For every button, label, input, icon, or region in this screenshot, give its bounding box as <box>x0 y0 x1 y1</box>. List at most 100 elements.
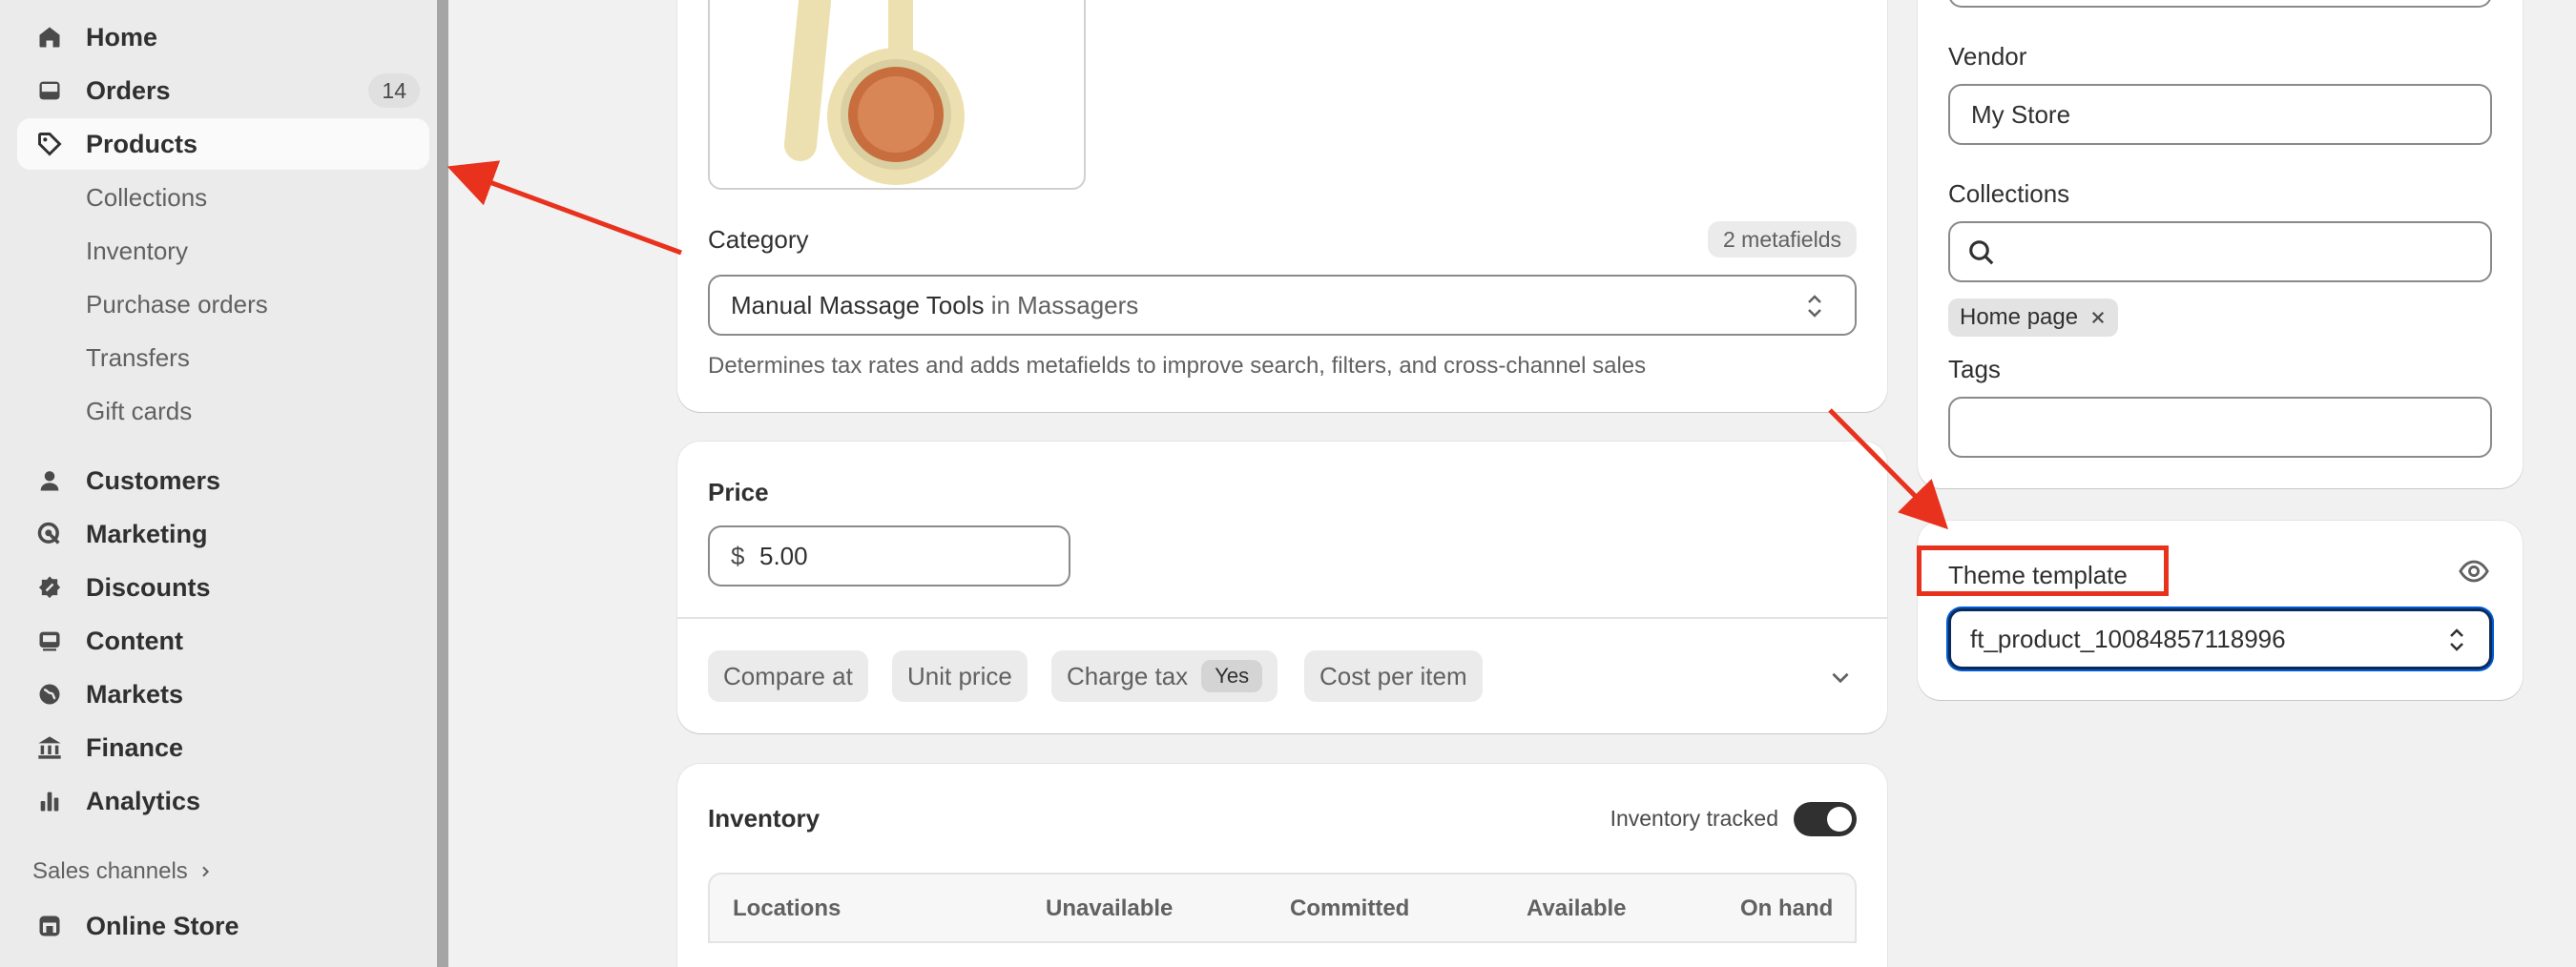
category-help-text: Determines tax rates and adds metafields… <box>708 353 1647 379</box>
person-icon <box>40 471 59 491</box>
nav-online-store[interactable]: Online Store <box>17 900 429 952</box>
pet-brush-image <box>784 0 965 185</box>
inventory-tracked-label: Inventory tracked <box>1610 806 1778 831</box>
chevron-right-icon <box>202 866 209 877</box>
price-input[interactable]: $ 5.00 <box>708 525 1070 586</box>
eye-icon[interactable] <box>2458 555 2490 587</box>
bank-icon <box>38 736 61 759</box>
metafields-badge[interactable]: 2 metafields <box>1707 221 1857 257</box>
col-locations: Locations <box>733 895 841 921</box>
nav-discounts-label: Discounts <box>86 572 211 602</box>
media-category-card: Category 2 metafields Manual Massage Too… <box>677 0 1887 412</box>
theme-template-value: ft_product_10084857118996 <box>1970 625 2286 653</box>
category-value-suffix: in Massagers <box>990 291 1139 319</box>
unit-price-button[interactable]: Unit price <box>892 650 1028 702</box>
collections-label: Collections <box>1948 179 2070 208</box>
category-value: Manual Massage Tools in Massagers <box>731 291 1138 320</box>
sales-channels-label: Sales channels <box>32 858 188 884</box>
charge-tax-button[interactable]: Charge tax Yes <box>1051 650 1278 702</box>
nav-orders-label: Orders <box>86 75 171 105</box>
type-input[interactable] <box>1948 0 2492 8</box>
nav-online-store-label: Online Store <box>86 911 239 940</box>
nav-inventory[interactable]: Inventory <box>86 237 188 266</box>
nav-markets[interactable]: Markets <box>17 669 429 720</box>
nav-home-label: Home <box>86 22 158 51</box>
nav-products-label: Products <box>86 129 198 158</box>
nav-content-label: Content <box>86 626 183 655</box>
remove-tag-icon[interactable] <box>2089 309 2107 326</box>
nav-gift-cards[interactable]: Gift cards <box>86 397 192 426</box>
tags-label: Tags <box>1948 355 2001 383</box>
inventory-title: Inventory <box>708 804 821 833</box>
nav-analytics[interactable]: Analytics <box>17 775 429 827</box>
nav-markets-label: Markets <box>86 679 184 709</box>
category-value-main: Manual Massage Tools <box>731 291 985 319</box>
product-image-thumbnail[interactable] <box>708 0 1086 190</box>
cost-per-item-button[interactable]: Cost per item <box>1304 650 1483 702</box>
collection-tag-home-page: Home page <box>1948 298 2119 337</box>
col-unavailable: Unavailable <box>1046 895 1174 921</box>
pricing-card: Price $ 5.00 Compare at Unit price Charg… <box>677 442 1887 733</box>
discount-icon <box>38 576 61 599</box>
pricing-divider <box>677 617 1887 619</box>
col-available: Available <box>1527 895 1627 921</box>
globe-icon <box>39 684 60 705</box>
nav-marketing-label: Marketing <box>86 519 208 548</box>
nav-analytics-label: Analytics <box>86 786 201 815</box>
vendor-input[interactable]: My Store <box>1948 84 2492 145</box>
nav-discounts[interactable]: Discounts <box>17 562 429 613</box>
nav-content[interactable]: Content <box>17 615 429 667</box>
arrow-to-products <box>447 160 682 256</box>
charge-tax-value: Yes <box>1201 660 1263 692</box>
category-select[interactable]: Manual Massage Tools in Massagers <box>708 275 1857 336</box>
price-value: 5.00 <box>759 542 808 570</box>
search-icon <box>1969 240 1994 265</box>
annotation-highlight-box <box>1917 545 2169 596</box>
select-arrows-icon <box>1808 295 1821 318</box>
nav-purchase-orders[interactable]: Purchase orders <box>86 290 268 319</box>
nav-customers[interactable]: Customers <box>17 455 429 506</box>
collection-tag-label: Home page <box>1960 304 2079 330</box>
home-icon <box>39 27 60 48</box>
bar-chart-icon <box>40 792 59 812</box>
nav-orders[interactable]: Orders 14 <box>17 65 429 116</box>
compare-at-button[interactable]: Compare at <box>708 650 868 702</box>
vendor-label: Vendor <box>1948 42 2027 71</box>
vendor-value: My Store <box>1971 100 2071 129</box>
nav-finance-label: Finance <box>86 732 184 762</box>
tags-input[interactable] <box>1948 397 2492 458</box>
inventory-table-header: Locations Unavailable Committed Availabl… <box>708 873 1857 943</box>
inbox-icon <box>39 81 60 100</box>
select-arrows-icon <box>2450 628 2463 651</box>
orders-count-badge: 14 <box>368 73 420 108</box>
nav-collections[interactable]: Collections <box>86 183 207 213</box>
product-organization-card: Vendor My Store Collections Home page Ta… <box>1918 0 2523 488</box>
sidebar: Home Orders 14 Products Collections Inve… <box>0 0 437 967</box>
col-committed: Committed <box>1290 895 1410 921</box>
unit-price-label: Unit price <box>907 661 1012 690</box>
col-on-hand: On hand <box>1740 895 1834 921</box>
compare-at-label: Compare at <box>723 661 853 690</box>
cost-per-item-label: Cost per item <box>1319 661 1467 690</box>
sales-channels-header[interactable]: Sales channels <box>32 858 213 885</box>
price-label: Price <box>708 478 769 506</box>
tag-icon <box>38 133 62 156</box>
nav-home[interactable]: Home <box>17 11 429 63</box>
theme-template-select[interactable]: ft_product_10084857118996 <box>1948 608 2492 669</box>
nav-products[interactable]: Products <box>17 118 429 170</box>
inventory-tracked-toggle[interactable] <box>1794 802 1857 836</box>
charge-tax-label: Charge tax <box>1067 661 1189 690</box>
collections-search-input[interactable] <box>1948 221 2492 282</box>
currency-symbol: $ <box>731 542 745 570</box>
nav-marketing[interactable]: Marketing <box>17 508 429 560</box>
nav-transfers[interactable]: Transfers <box>86 343 190 373</box>
nav-finance[interactable]: Finance <box>17 722 429 773</box>
sidebar-scrollbar[interactable] <box>437 0 448 967</box>
store-icon <box>39 916 60 936</box>
metafields-count: 2 metafields <box>1722 226 1841 252</box>
inventory-card: Inventory Inventory tracked Locations Un… <box>677 764 1887 967</box>
category-label: Category <box>708 225 809 254</box>
chevron-down-icon[interactable] <box>1828 665 1853 689</box>
nav-customers-label: Customers <box>86 465 221 495</box>
image-icon <box>39 631 60 651</box>
